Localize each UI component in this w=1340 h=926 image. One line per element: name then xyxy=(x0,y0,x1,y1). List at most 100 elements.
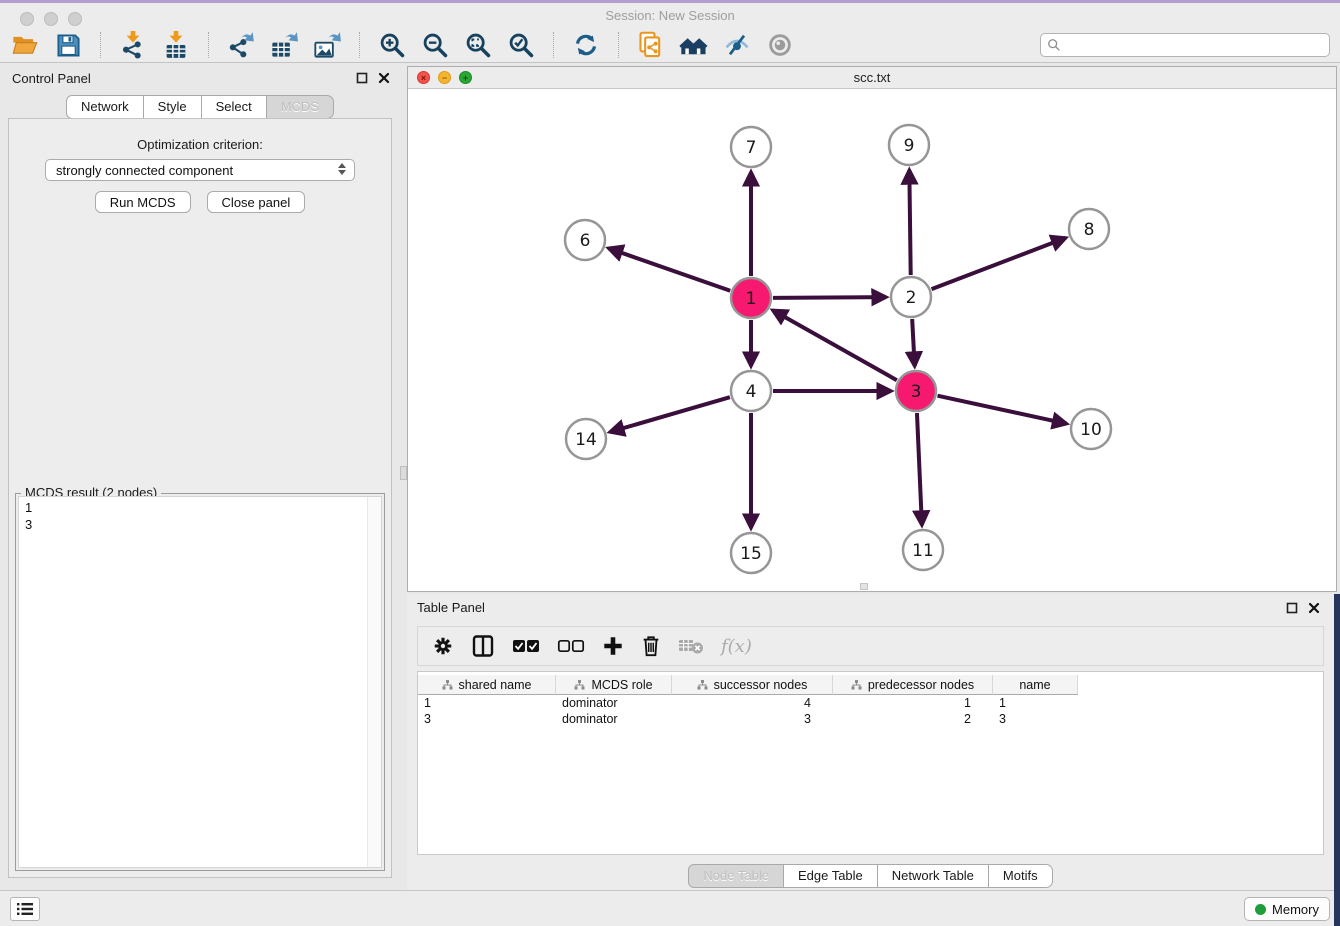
memory-button[interactable]: Memory xyxy=(1244,897,1330,921)
graph-node-1[interactable]: 1 xyxy=(731,278,771,318)
table-cell[interactable]: 3 xyxy=(993,711,1078,727)
network-window-titlebar: × − + scc.txt xyxy=(408,67,1336,89)
trash-icon[interactable] xyxy=(641,633,661,659)
export-network-icon[interactable] xyxy=(226,30,256,60)
memory-label: Memory xyxy=(1272,902,1319,917)
table-cell[interactable]: 4 xyxy=(672,695,833,711)
table-cell[interactable]: 1 xyxy=(993,695,1078,711)
column-header-name[interactable]: name xyxy=(993,675,1078,695)
graph-edge-3-11[interactable] xyxy=(917,413,922,525)
title-bar: Session: New Session xyxy=(0,3,1340,28)
column-header-shared-name[interactable]: shared name xyxy=(418,675,556,695)
graph-node-4[interactable]: 4 xyxy=(731,371,771,411)
graph-edge-3-10[interactable] xyxy=(937,396,1066,424)
export-table-icon[interactable] xyxy=(269,30,299,60)
graph-node-2[interactable]: 2 xyxy=(891,277,931,317)
zoom-selected-icon[interactable] xyxy=(506,30,536,60)
graph-edge-2-3[interactable] xyxy=(912,319,915,366)
export-image-icon[interactable] xyxy=(312,30,342,60)
optimization-criterion-dropdown[interactable]: strongly connected component xyxy=(45,159,355,181)
graph-node-11[interactable]: 11 xyxy=(903,530,943,570)
network-canvas[interactable]: 7 9 6 8 1 2 4 3 14 10 15 11 xyxy=(408,89,1336,591)
eye-slash-icon[interactable] xyxy=(722,30,752,60)
document-network-icon[interactable] xyxy=(636,30,666,60)
graph-node-14[interactable]: 14 xyxy=(566,419,606,459)
graph-node-8[interactable]: 8 xyxy=(1069,209,1109,249)
columns-icon[interactable] xyxy=(471,633,495,659)
graph-edge-1-2[interactable] xyxy=(773,297,886,298)
window-title: Session: New Session xyxy=(0,8,1340,23)
graph-node-label: 6 xyxy=(580,231,591,251)
float-panel-icon[interactable] xyxy=(356,72,368,84)
double-home-icon[interactable] xyxy=(679,30,709,60)
table-row[interactable]: 3dominator323 xyxy=(418,711,1323,727)
mcds-result-textarea[interactable]: 1 3 xyxy=(18,496,382,868)
tab-network[interactable]: Network xyxy=(66,95,144,119)
mcds-result-values: 1 3 xyxy=(25,499,32,533)
eye-icon[interactable] xyxy=(765,30,795,60)
graph-node-10[interactable]: 10 xyxy=(1071,409,1111,449)
graph-node-label: 7 xyxy=(746,138,757,158)
table-cell[interactable]: dominator xyxy=(556,695,672,711)
save-icon[interactable] xyxy=(53,30,83,60)
graph-edge-3-1[interactable] xyxy=(773,310,897,380)
graph-node-label: 9 xyxy=(904,136,915,156)
column-header-successor-nodes[interactable]: successor nodes xyxy=(672,675,833,695)
close-panel-icon[interactable] xyxy=(378,72,390,84)
open-folder-icon[interactable] xyxy=(10,30,40,60)
table-tabs: Node TableEdge TableNetwork TableMotifs xyxy=(407,864,1334,888)
hierarchy-icon xyxy=(574,680,585,690)
zoom-fit-icon[interactable] xyxy=(463,30,493,60)
tab-select[interactable]: Select xyxy=(202,95,267,119)
run-mcds-button[interactable]: Run MCDS xyxy=(95,191,191,213)
graph-node-7[interactable]: 7 xyxy=(731,127,771,167)
column-header-MCDS-role[interactable]: MCDS role xyxy=(556,675,672,695)
result-scrollbar[interactable] xyxy=(367,497,381,867)
graph-edge-4-14[interactable] xyxy=(610,397,730,432)
table-cell[interactable]: 1 xyxy=(418,695,556,711)
tab-edge-table[interactable]: Edge Table xyxy=(784,864,878,888)
table-row[interactable]: 1dominator411 xyxy=(418,695,1323,711)
graph-edge-1-6[interactable] xyxy=(609,248,731,290)
table-body: 1dominator4113dominator323 xyxy=(418,695,1323,727)
search-box[interactable] xyxy=(1040,33,1330,57)
close-panel-icon[interactable] xyxy=(1308,602,1320,614)
graph-node-15[interactable]: 15 xyxy=(731,533,771,573)
canvas-resize-grip[interactable] xyxy=(860,583,868,590)
import-network-icon[interactable] xyxy=(118,30,148,60)
tab-mcds[interactable]: MCDS xyxy=(267,95,334,119)
table-cell[interactable]: 3 xyxy=(672,711,833,727)
table-cell[interactable]: 1 xyxy=(833,695,993,711)
tab-style[interactable]: Style xyxy=(144,95,202,119)
function-icon[interactable]: f(x) xyxy=(721,633,752,659)
graph-node-9[interactable]: 9 xyxy=(889,125,929,165)
deselect-checkboxes-icon[interactable] xyxy=(557,633,585,659)
task-history-button[interactable] xyxy=(10,897,40,921)
column-header-predecessor-nodes[interactable]: predecessor nodes xyxy=(833,675,993,695)
refresh-icon[interactable] xyxy=(571,30,601,60)
close-panel-button[interactable]: Close panel xyxy=(207,191,306,213)
graph-node-3[interactable]: 3 xyxy=(896,371,936,411)
float-panel-icon[interactable] xyxy=(1286,602,1298,614)
control-panel-header: Control Panel xyxy=(0,67,400,91)
delete-table-icon[interactable] xyxy=(678,633,704,659)
graph-edge-2-9[interactable] xyxy=(909,170,910,275)
splitter-grip[interactable] xyxy=(400,466,407,480)
table-cell[interactable]: 2 xyxy=(833,711,993,727)
tab-network-table[interactable]: Network Table xyxy=(878,864,989,888)
graph-node-6[interactable]: 6 xyxy=(565,220,605,260)
zoom-out-icon[interactable] xyxy=(420,30,450,60)
table-cell[interactable]: dominator xyxy=(556,711,672,727)
table-cell[interactable]: 3 xyxy=(418,711,556,727)
toolbar-separator xyxy=(553,32,554,58)
zoom-in-icon[interactable] xyxy=(377,30,407,60)
gear-icon[interactable] xyxy=(432,633,454,659)
select-all-checkboxes-icon[interactable] xyxy=(512,633,540,659)
search-input[interactable] xyxy=(1061,38,1329,53)
add-icon[interactable] xyxy=(602,633,624,659)
tab-node-table[interactable]: Node Table xyxy=(688,864,784,888)
import-table-icon[interactable] xyxy=(161,30,191,60)
dropdown-stepper-icon xyxy=(338,163,346,175)
tab-motifs[interactable]: Motifs xyxy=(989,864,1053,888)
graph-edge-2-8[interactable] xyxy=(932,238,1066,289)
